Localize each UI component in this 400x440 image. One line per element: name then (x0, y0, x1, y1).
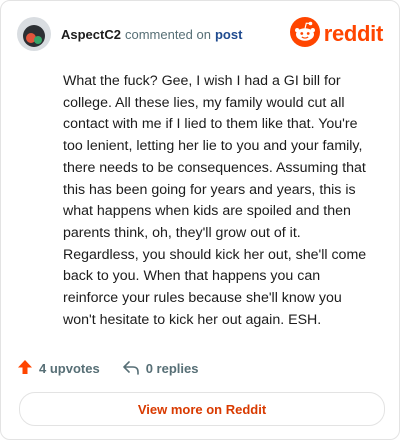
reddit-wordmark: reddit (323, 21, 384, 46)
commented-text: commented on (124, 26, 211, 42)
reply-group[interactable]: 0 replies (122, 360, 199, 376)
upvote-count: 4 upvotes (39, 360, 100, 376)
reply-icon (122, 360, 140, 376)
upvote-icon[interactable] (17, 359, 33, 378)
post-link[interactable]: post (215, 27, 242, 42)
comment-header: AspectC2 commented on post reddit (17, 16, 384, 52)
comment-actions: 4 upvotes 0 replies (17, 358, 198, 378)
comment-meta: AspectC2 commented on post (61, 27, 242, 42)
avatar[interactable] (17, 17, 51, 51)
reddit-logo-icon (289, 16, 320, 52)
comment-body: What the fuck? Gee, I wish I had a GI bi… (63, 73, 367, 328)
comment-card: AspectC2 commented on post reddit What the… (0, 0, 400, 440)
username-link[interactable]: AspectC2 (61, 27, 121, 42)
reply-count: 0 replies (145, 360, 199, 376)
reddit-brand[interactable]: reddit (289, 16, 384, 52)
view-more-button[interactable]: View more on Reddit (19, 392, 385, 426)
